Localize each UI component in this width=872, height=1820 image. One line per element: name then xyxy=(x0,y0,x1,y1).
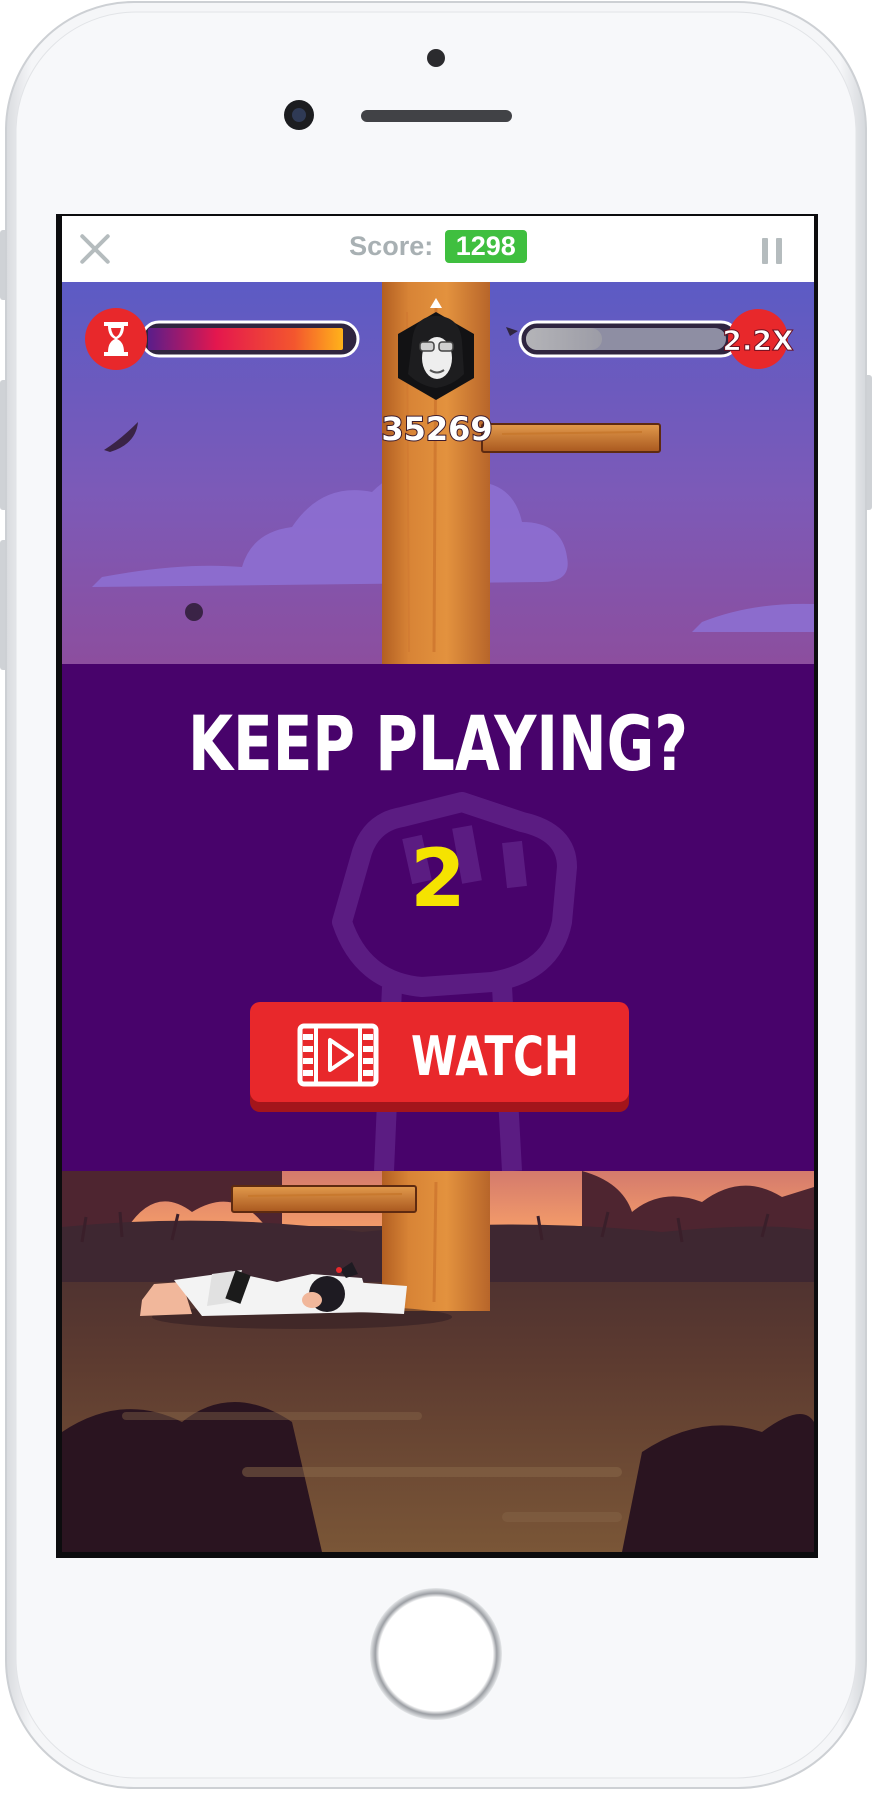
multiplier-fill xyxy=(526,328,602,350)
score-value: 1298 xyxy=(444,230,527,263)
pause-icon[interactable] xyxy=(762,238,784,264)
watch-button[interactable]: WATCH xyxy=(250,1002,629,1112)
watch-label: WATCH xyxy=(411,1025,579,1088)
game-scene: 2.2X 35269 KEEP PLAYING? 2 WATCH xyxy=(62,282,814,1552)
multiplier-text: 2.2X xyxy=(722,324,794,357)
countdown-number: 2 xyxy=(410,832,466,925)
lower-branch xyxy=(231,1185,417,1213)
score-display: Score: 1298 xyxy=(62,230,814,263)
tree-branch xyxy=(481,423,661,453)
score-label: Score: xyxy=(349,231,434,261)
top-bar: Score: 1298 xyxy=(62,216,814,282)
rival-score: 35269 xyxy=(381,410,492,448)
keep-playing-title: KEEP PLAYING? xyxy=(188,699,688,788)
timer-fill xyxy=(148,328,343,350)
